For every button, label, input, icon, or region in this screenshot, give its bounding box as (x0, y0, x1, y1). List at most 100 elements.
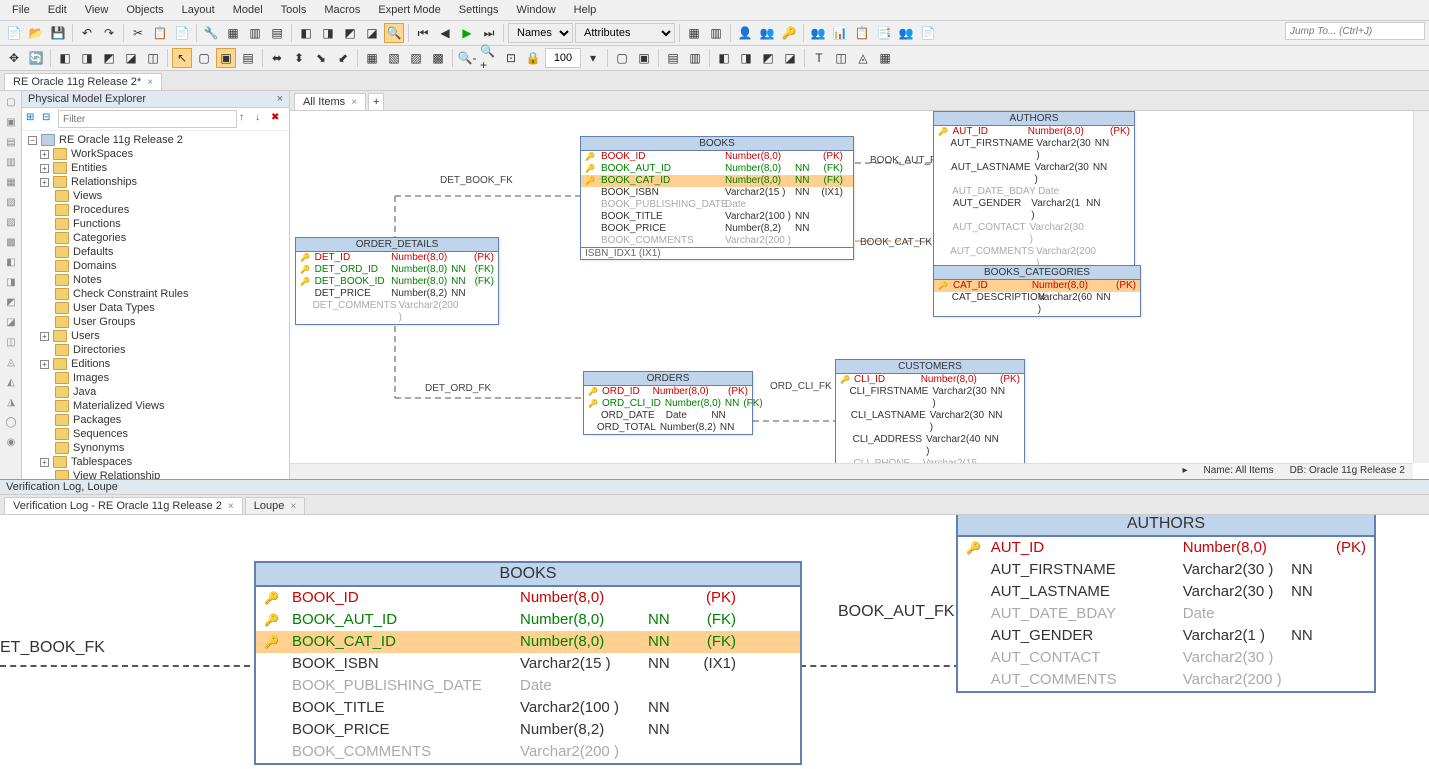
entity-column[interactable]: BOOK_PRICENumber(8,2)NN (256, 719, 800, 741)
tool-icon[interactable]: ◫ (2, 333, 20, 351)
close-icon[interactable]: × (147, 77, 153, 88)
entity-column[interactable]: 🔑DET_ORD_IDNumber(8,0)NN(FK) (296, 264, 498, 276)
tool-icon[interactable]: ▥ (2, 153, 20, 171)
clear-icon[interactable]: ✖ (271, 112, 285, 126)
entity-column[interactable]: 🔑BOOK_CAT_IDNumber(8,0)NN(FK) (581, 175, 853, 187)
tool-icon[interactable]: ▧ (384, 48, 404, 68)
menu-file[interactable]: File (4, 2, 38, 18)
entity-books[interactable]: BOOKS 🔑BOOK_IDNumber(8,0)(PK)🔑BOOK_AUT_I… (580, 136, 854, 260)
undo-icon[interactable]: ↶ (77, 23, 97, 43)
tool-icon[interactable]: ▤ (663, 48, 683, 68)
tool-icon[interactable]: ◨ (77, 48, 97, 68)
entity-column[interactable]: BOOK_ISBNVarchar2(15 )NN(IX1) (256, 653, 800, 675)
tool-icon[interactable]: ▦ (875, 48, 895, 68)
entity-column[interactable]: 🔑DET_BOOK_IDNumber(8,0)NN(FK) (296, 276, 498, 288)
tool-icon[interactable]: 🔧 (201, 23, 221, 43)
user-icon[interactable]: 👥 (757, 23, 777, 43)
tool-icon[interactable]: ▥ (706, 23, 726, 43)
entity-column[interactable]: DET_COMMENTSVarchar2(200 ) (296, 300, 498, 324)
tree-item[interactable]: User Groups (24, 315, 287, 329)
tool-icon[interactable]: ▣ (216, 48, 236, 68)
entity-column[interactable]: 🔑BOOK_AUT_IDNumber(8,0)NN(FK) (581, 163, 853, 175)
tool-icon[interactable]: 📊 (830, 23, 850, 43)
tree-icon[interactable]: ⊞ (26, 112, 40, 126)
entity-column[interactable]: BOOK_PRICENumber(8,2)NN (581, 223, 853, 235)
tool-icon[interactable]: ◭ (2, 373, 20, 391)
menu-expert-mode[interactable]: Expert Mode (370, 2, 448, 18)
entity-books-categories[interactable]: BOOKS_CATEGORIES 🔑CAT_IDNumber(8,0)(PK)C… (933, 265, 1141, 317)
tool-icon[interactable]: ▦ (684, 23, 704, 43)
tree-item[interactable]: +Relationships (24, 175, 287, 189)
tool-icon[interactable]: ◧ (714, 48, 734, 68)
tool-icon[interactable]: ◪ (780, 48, 800, 68)
tool-icon[interactable]: ◉ (2, 433, 20, 451)
entity-column[interactable]: BOOK_PUBLISHING_DATEDate (256, 675, 800, 697)
tool-icon[interactable]: ⬍ (289, 48, 309, 68)
entity-column[interactable]: 🔑AUT_IDNumber(8,0)(PK) (934, 126, 1134, 138)
tool-icon[interactable]: ◫ (143, 48, 163, 68)
tool-icon[interactable]: ⬌ (267, 48, 287, 68)
open-icon[interactable]: 📂 (26, 23, 46, 43)
refresh-icon[interactable]: 🔄 (26, 48, 46, 68)
tool-icon[interactable]: ▤ (267, 23, 287, 43)
entity-customers[interactable]: CUSTOMERS 🔑CLI_IDNumber(8,0)(PK)CLI_FIRS… (835, 359, 1025, 479)
tool-icon[interactable]: ◩ (99, 48, 119, 68)
entity-column[interactable]: 🔑DET_IDNumber(8,0)(PK) (296, 252, 498, 264)
tool-icon[interactable]: ▦ (2, 173, 20, 191)
tree-item[interactable]: Categories (24, 231, 287, 245)
tool-icon[interactable]: ◨ (318, 23, 338, 43)
tool-icon[interactable]: ⬋ (333, 48, 353, 68)
tool-icon[interactable]: ▢ (612, 48, 632, 68)
filter-input[interactable] (58, 110, 237, 128)
entity-column[interactable]: AUT_LASTNAMEVarchar2(30 )NN (934, 162, 1134, 186)
entity-column[interactable]: BOOK_PUBLISHING_DATEDate (581, 199, 853, 211)
zoom-input[interactable] (545, 48, 581, 68)
menu-macros[interactable]: Macros (316, 2, 368, 18)
entity-column[interactable]: 🔑BOOK_IDNumber(8,0)(PK) (256, 587, 800, 609)
tool-icon[interactable]: ▦ (362, 48, 382, 68)
menu-objects[interactable]: Objects (118, 2, 171, 18)
entity-column[interactable]: 🔑BOOK_IDNumber(8,0)(PK) (581, 151, 853, 163)
jumpto-input[interactable] (1285, 22, 1425, 40)
tool-icon[interactable]: ⬊ (311, 48, 331, 68)
tool-icon[interactable]: ◩ (340, 23, 360, 43)
tree-item[interactable]: Defaults (24, 245, 287, 259)
zoom-out-icon[interactable]: 🔍- (457, 48, 477, 68)
loupe-icon[interactable]: 🔍 (384, 23, 404, 43)
chevron-down-icon[interactable]: ▾ (583, 48, 603, 68)
menu-model[interactable]: Model (225, 2, 271, 18)
tool-icon[interactable]: ◯ (2, 413, 20, 431)
entity-column[interactable]: 🔑BOOK_AUT_IDNumber(8,0)NN(FK) (256, 609, 800, 631)
doc-tab[interactable]: RE Oracle 11g Release 2* × (4, 73, 162, 90)
menu-window[interactable]: Window (509, 2, 564, 18)
entity-column[interactable]: BOOK_TITLEVarchar2(100 )NN (581, 211, 853, 223)
entity-column[interactable]: AUT_CONTACTVarchar2(30 ) (958, 647, 1374, 669)
tool-icon[interactable]: ◩ (2, 293, 20, 311)
zoom-fit-icon[interactable]: ⊡ (501, 48, 521, 68)
tree-icon[interactable]: ⊟ (42, 112, 56, 126)
tool-icon[interactable]: 📑 (874, 23, 894, 43)
tool-icon[interactable]: ◪ (362, 23, 382, 43)
tool-icon[interactable]: ▤ (2, 133, 20, 151)
menu-tools[interactable]: Tools (273, 2, 315, 18)
tool-icon[interactable]: ◩ (758, 48, 778, 68)
entity-column[interactable]: CLI_FIRSTNAMEVarchar2(30 )NN (836, 386, 1024, 410)
tool-icon[interactable]: ◪ (2, 313, 20, 331)
entity-column[interactable]: 🔑AUT_IDNumber(8,0)(PK) (958, 537, 1374, 559)
tool-icon[interactable]: ◨ (2, 273, 20, 291)
tree-item[interactable]: Images (24, 371, 287, 385)
loupe-entity-authors[interactable]: AUTHORS 🔑AUT_IDNumber(8,0)(PK)AUT_FIRSTN… (956, 515, 1376, 693)
tool-icon[interactable]: ◨ (736, 48, 756, 68)
down-icon[interactable]: ↓ (255, 112, 269, 126)
tree-item[interactable]: Procedures (24, 203, 287, 217)
tool-icon[interactable]: ▦ (223, 23, 243, 43)
tree-item[interactable]: Notes (24, 273, 287, 287)
tree-item[interactable]: Java (24, 385, 287, 399)
tool-icon[interactable]: ◪ (121, 48, 141, 68)
entity-column[interactable]: CAT_DESCRIPTIONVarchar2(60 )NN (934, 292, 1140, 316)
tree-item[interactable]: +Tablespaces (24, 455, 287, 469)
tool-icon[interactable]: ◫ (831, 48, 851, 68)
entity-column[interactable]: 🔑CAT_IDNumber(8,0)(PK) (934, 280, 1140, 292)
save-icon[interactable]: 💾 (48, 23, 68, 43)
new-icon[interactable]: 📄 (4, 23, 24, 43)
